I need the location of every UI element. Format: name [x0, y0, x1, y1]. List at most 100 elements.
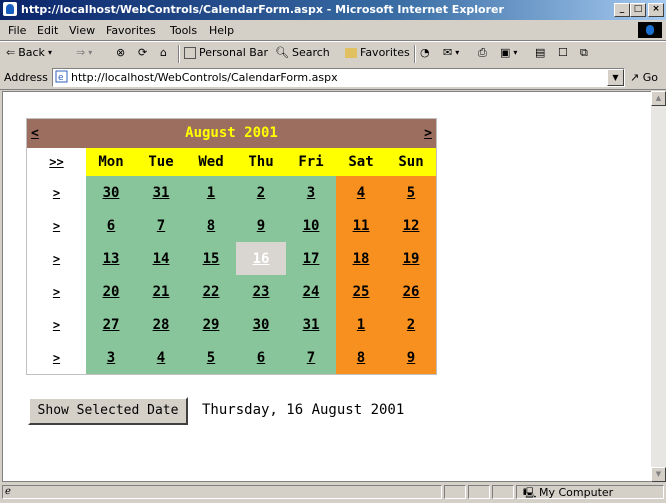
- home-button[interactable]: ⌂: [160, 46, 167, 59]
- day-link[interactable]: 8: [357, 350, 365, 366]
- next-month-link[interactable]: >: [424, 126, 432, 141]
- day-link[interactable]: 22: [203, 284, 220, 300]
- selected-day-cell[interactable]: 16: [236, 242, 286, 275]
- day-link[interactable]: 21: [153, 284, 170, 300]
- day-link[interactable]: 17: [303, 251, 320, 267]
- day-cell[interactable]: 14: [136, 242, 186, 275]
- day-link[interactable]: 3: [107, 350, 115, 366]
- day-link[interactable]: 26: [403, 284, 420, 300]
- day-cell[interactable]: 17: [286, 242, 336, 275]
- day-cell[interactable]: 3: [286, 176, 336, 209]
- day-cell[interactable]: 31: [136, 176, 186, 209]
- day-link[interactable]: 7: [157, 218, 165, 234]
- day-cell[interactable]: 5: [186, 341, 236, 374]
- day-link[interactable]: 2: [407, 317, 415, 333]
- messenger-button[interactable]: ☐: [558, 46, 568, 59]
- select-week-link[interactable]: >: [53, 351, 60, 365]
- day-link[interactable]: 18: [353, 251, 370, 267]
- search-button[interactable]: 🔍︎ Search: [275, 46, 330, 59]
- day-cell[interactable]: 13: [86, 242, 136, 275]
- day-cell[interactable]: 4: [336, 176, 386, 209]
- menu-favorites[interactable]: Favorites: [106, 24, 156, 37]
- day-cell[interactable]: 27: [86, 308, 136, 341]
- day-link[interactable]: 15: [203, 251, 220, 267]
- day-cell[interactable]: 8: [186, 209, 236, 242]
- menu-help[interactable]: Help: [209, 24, 234, 37]
- day-link[interactable]: 3: [307, 185, 315, 201]
- go-button[interactable]: ↗ Go: [630, 71, 658, 84]
- menu-view[interactable]: View: [69, 24, 95, 37]
- select-month-link[interactable]: >>: [49, 155, 63, 169]
- discuss-button[interactable]: ▤: [535, 46, 545, 59]
- menu-edit[interactable]: Edit: [37, 24, 58, 37]
- day-cell[interactable]: 18: [336, 242, 386, 275]
- day-cell[interactable]: 11: [336, 209, 386, 242]
- day-link[interactable]: 1: [357, 317, 365, 333]
- day-cell[interactable]: 25: [336, 275, 386, 308]
- day-cell[interactable]: 1: [336, 308, 386, 341]
- extra-button[interactable]: ⧉: [580, 46, 588, 60]
- day-link[interactable]: 1: [207, 185, 215, 201]
- personal-bar-button[interactable]: Personal Bar: [184, 46, 268, 59]
- day-cell[interactable]: 9: [386, 341, 436, 374]
- day-link[interactable]: 2: [257, 185, 265, 201]
- back-button[interactable]: ⇐ Back ▾: [6, 46, 52, 59]
- day-link[interactable]: 29: [203, 317, 220, 333]
- day-link[interactable]: 30: [103, 185, 120, 201]
- day-cell[interactable]: 26: [386, 275, 436, 308]
- day-link[interactable]: 24: [303, 284, 320, 300]
- day-link[interactable]: 28: [153, 317, 170, 333]
- day-cell[interactable]: 7: [286, 341, 336, 374]
- day-cell[interactable]: 20: [86, 275, 136, 308]
- day-link[interactable]: 6: [257, 350, 265, 366]
- scroll-up-button[interactable]: ▲: [651, 91, 666, 106]
- forward-button[interactable]: ⇒ ▾: [76, 46, 92, 59]
- day-cell[interactable]: 29: [186, 308, 236, 341]
- favorites-button[interactable]: Favorites: [345, 46, 410, 59]
- day-link[interactable]: 10: [303, 218, 320, 234]
- stop-button[interactable]: ⊗: [116, 46, 125, 59]
- day-link[interactable]: 5: [407, 185, 415, 201]
- day-link[interactable]: 27: [103, 317, 120, 333]
- day-cell[interactable]: 21: [136, 275, 186, 308]
- day-link[interactable]: 31: [303, 317, 320, 333]
- close-button[interactable]: ×: [648, 3, 664, 17]
- history-button[interactable]: ◔: [420, 46, 430, 59]
- vertical-scrollbar[interactable]: ▲ ▼: [651, 91, 666, 482]
- day-link[interactable]: 8: [207, 218, 215, 234]
- day-link[interactable]: 6: [107, 218, 115, 234]
- day-link[interactable]: 9: [407, 350, 415, 366]
- select-week-link[interactable]: >: [53, 252, 60, 266]
- day-cell[interactable]: 28: [136, 308, 186, 341]
- day-cell[interactable]: 2: [386, 308, 436, 341]
- day-cell[interactable]: 4: [136, 341, 186, 374]
- select-week-link[interactable]: >: [53, 186, 60, 200]
- day-cell[interactable]: 6: [86, 209, 136, 242]
- day-cell[interactable]: 7: [136, 209, 186, 242]
- day-cell[interactable]: 19: [386, 242, 436, 275]
- day-cell[interactable]: 2: [236, 176, 286, 209]
- day-link[interactable]: 30: [253, 317, 270, 333]
- day-link[interactable]: 31: [153, 185, 170, 201]
- day-cell[interactable]: 31: [286, 308, 336, 341]
- print-button[interactable]: ⎙: [478, 46, 487, 60]
- day-link[interactable]: 7: [307, 350, 315, 366]
- day-link[interactable]: 4: [357, 185, 365, 201]
- day-link[interactable]: 20: [103, 284, 120, 300]
- select-week-link[interactable]: >: [53, 285, 60, 299]
- address-dropdown-button[interactable]: ▼: [607, 69, 624, 86]
- select-week-link[interactable]: >: [53, 318, 60, 332]
- day-link[interactable]: 23: [253, 284, 270, 300]
- day-cell[interactable]: 15: [186, 242, 236, 275]
- day-link[interactable]: 19: [403, 251, 420, 267]
- menu-file[interactable]: File: [8, 24, 26, 37]
- day-link[interactable]: 13: [103, 251, 120, 267]
- day-cell[interactable]: 6: [236, 341, 286, 374]
- minimize-button[interactable]: _: [614, 3, 630, 17]
- day-cell[interactable]: 30: [86, 176, 136, 209]
- day-cell[interactable]: 8: [336, 341, 386, 374]
- day-cell[interactable]: 3: [86, 341, 136, 374]
- day-link[interactable]: 9: [257, 218, 265, 234]
- menu-tools[interactable]: Tools: [170, 24, 197, 37]
- day-cell[interactable]: 1: [186, 176, 236, 209]
